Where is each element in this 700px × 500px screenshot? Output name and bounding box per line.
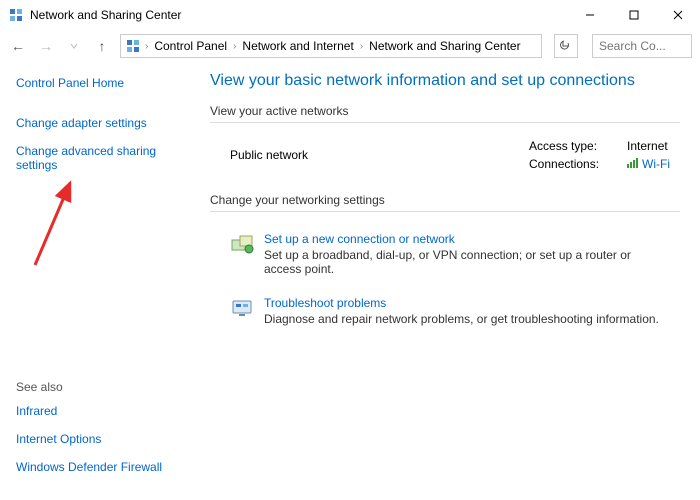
task-setup-connection-desc: Set up a broadband, dial-up, or VPN conn… [264,248,670,276]
connection-link[interactable]: Wi-Fi [627,157,670,171]
sidebar-advanced-sharing-link[interactable]: Change advanced sharing settings [16,140,184,176]
connections-label: Connections: [529,157,609,171]
wifi-signal-icon [627,158,638,168]
window-titlebar: Network and Sharing Center [0,0,700,30]
troubleshoot-icon [230,296,254,320]
minimize-button[interactable] [568,0,612,30]
task-troubleshoot-link[interactable]: Troubleshoot problems [264,296,659,310]
window-controls [568,0,700,30]
page-title: View your basic network information and … [210,72,680,90]
forward-button[interactable]: → [36,36,56,56]
back-button[interactable]: ← [8,36,28,56]
address-bar[interactable]: › Control Panel › Network and Internet ›… [120,34,542,58]
see-also-firewall[interactable]: Windows Defender Firewall [16,456,184,478]
task-setup-connection: Set up a new connection or network Set u… [210,226,680,290]
recent-dropdown[interactable] [64,36,84,56]
window-title: Network and Sharing Center [30,8,181,22]
close-button[interactable] [656,0,700,30]
sidebar-home-link[interactable]: Control Panel Home [16,72,184,94]
access-type-value: Internet [627,139,668,153]
task-troubleshoot-desc: Diagnose and repair network problems, or… [264,312,659,326]
app-icon [8,7,24,23]
task-troubleshoot: Troubleshoot problems Diagnose and repai… [210,290,680,340]
breadcrumb-leaf[interactable]: Network and Sharing Center [367,39,522,53]
change-settings-header: Change your networking settings [210,193,680,212]
access-type-label: Access type: [529,139,609,153]
sidebar-adapter-link[interactable]: Change adapter settings [16,112,184,134]
refresh-dropdown[interactable] [554,34,578,58]
chevron-right-icon[interactable]: › [233,41,236,52]
search-input[interactable] [592,34,692,58]
maximize-button[interactable] [612,0,656,30]
sidebar: Control Panel Home Change adapter settin… [0,62,200,500]
connection-name: Wi-Fi [642,157,670,171]
up-button[interactable]: ↑ [92,36,112,56]
see-also-internet-options[interactable]: Internet Options [16,428,184,450]
task-setup-connection-link[interactable]: Set up a new connection or network [264,232,670,246]
breadcrumb-mid[interactable]: Network and Internet [240,39,355,53]
chevron-right-icon[interactable]: › [360,41,363,52]
setup-connection-icon [230,232,254,256]
chevron-right-icon[interactable]: › [145,41,148,52]
network-name: Public network [230,148,308,162]
breadcrumb-root[interactable]: Control Panel [152,39,229,53]
see-also-infrared[interactable]: Infrared [16,400,184,422]
location-icon [125,38,141,54]
see-also-header: See also [16,380,184,394]
navigation-bar: ← → ↑ › Control Panel › Network and Inte… [0,30,700,62]
active-network-row: Public network Access type: Internet Con… [210,137,680,193]
active-networks-header: View your active networks [210,104,680,123]
main-content: View your basic network information and … [200,62,700,500]
